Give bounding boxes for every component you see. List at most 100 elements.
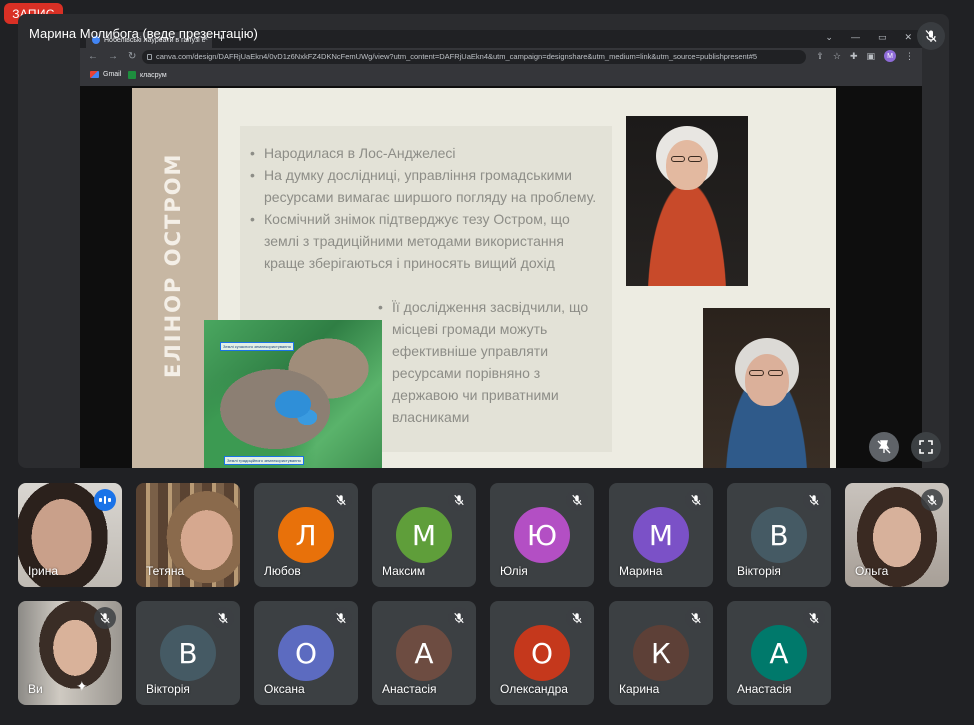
participant-tile[interactable]: Л Любов — [254, 483, 358, 587]
window-controls: ⌄ — ▭ ✕ — [825, 32, 912, 43]
chevron-down-icon[interactable]: ⌄ — [825, 32, 833, 43]
participant-name: Вікторія — [737, 564, 781, 578]
participant-tile[interactable]: ✦ Ви — [18, 601, 122, 705]
participant-avatar: Ю — [514, 507, 570, 563]
participant-avatar: В — [751, 507, 807, 563]
extensions-icon[interactable]: ✚ — [850, 51, 858, 62]
fullscreen-button[interactable] — [911, 432, 941, 462]
mic-off-icon — [454, 494, 464, 506]
portrait-photo — [703, 308, 830, 468]
pin-off-icon — [877, 440, 891, 454]
mic-off-icon — [809, 494, 819, 506]
mic-off-icon — [100, 612, 110, 624]
mic-status — [448, 607, 470, 629]
star-icon[interactable]: ☆ — [833, 51, 841, 62]
mic-status — [803, 489, 825, 511]
participant-tile[interactable]: А Анастасія — [372, 601, 476, 705]
mic-off-icon — [336, 494, 346, 506]
mic-off-icon — [572, 494, 582, 506]
presenter-mic-status — [917, 22, 945, 50]
map-label: Землі традиційного землекористування — [224, 456, 304, 465]
participant-name: Ольга — [855, 564, 889, 578]
close-icon[interactable]: ✕ — [904, 32, 912, 43]
participant-tile[interactable]: М Максим — [372, 483, 476, 587]
participant-avatar: М — [633, 507, 689, 563]
portrait-photo — [626, 116, 748, 286]
url-text: canva.com/design/DAFRjUaEkn4/0vD1z6NxkFZ… — [156, 52, 758, 61]
mic-status — [448, 489, 470, 511]
participant-avatar: Л — [278, 507, 334, 563]
participant-tile[interactable]: М Марина — [609, 483, 713, 587]
mic-status — [566, 607, 588, 629]
share-icon[interactable]: ⇪ — [816, 51, 824, 62]
fullscreen-icon — [919, 440, 933, 454]
slide-bullets-secondary: Її дослідження засвідчили, що місцеві гр… — [374, 296, 606, 428]
participant-tile[interactable]: О Олександра — [490, 601, 594, 705]
participant-tile[interactable]: Ольга — [845, 483, 949, 587]
bullet-item: Народилася в Лос-Анджелесі — [246, 142, 606, 164]
bookmarks-bar: Gmail класрум — [80, 66, 922, 86]
participant-avatar: А — [751, 625, 807, 681]
slide: ЕЛІНОР ОСТРОМ Народилася в Лос-Анджелесі… — [132, 88, 836, 468]
unpin-button[interactable] — [869, 432, 899, 462]
mic-status — [566, 489, 588, 511]
participant-avatar: К — [633, 625, 689, 681]
back-arrow-icon[interactable]: ← — [88, 51, 98, 62]
mic-off-icon — [691, 494, 701, 506]
mic-status — [330, 489, 352, 511]
url-input[interactable]: canva.com/design/DAFRjUaEkn4/0vD1z6NxkFZ… — [142, 50, 806, 64]
reload-icon[interactable]: ↻ — [128, 51, 136, 62]
bookmark-classroom[interactable]: класрум — [128, 71, 167, 79]
participant-tile[interactable]: Ірина — [18, 483, 122, 587]
mic-status — [94, 607, 116, 629]
lock-icon — [147, 54, 152, 60]
mic-off-icon — [809, 612, 819, 624]
participant-tile[interactable]: О Оксана — [254, 601, 358, 705]
slide-title: ЕЛІНОР ОСТРОМ — [161, 152, 185, 378]
minimize-icon[interactable]: — — [851, 32, 860, 43]
mic-status — [803, 607, 825, 629]
menu-dots-icon[interactable]: ⋮ — [905, 51, 914, 62]
mic-off-icon — [927, 494, 937, 506]
bullet-item: На думку дослідниці, управління громадсь… — [246, 164, 606, 208]
mic-off-icon — [336, 612, 346, 624]
mic-off-icon — [691, 612, 701, 624]
mic-status — [212, 607, 234, 629]
sidebar-icon[interactable]: ▣ — [866, 51, 875, 62]
participant-name: Карина — [619, 682, 660, 696]
participant-tile[interactable]: К Карина — [609, 601, 713, 705]
address-bar: ← → ↻ canva.com/design/DAFRjUaEkn4/0vD1z… — [80, 48, 922, 66]
bookmark-label: Gmail — [103, 71, 122, 78]
presenter-label: Марина Молибога (веде презентацію) — [29, 26, 258, 41]
participant-tile[interactable]: Тетяна — [136, 483, 240, 587]
speaking-indicator-icon — [94, 489, 116, 511]
mic-off-icon — [925, 30, 937, 42]
participant-name: Юлія — [500, 564, 528, 578]
presentation-stage: Нобелівські лауреати в галузі е × + ⌄ — … — [18, 14, 949, 468]
toolbar-icons: ⇪ ☆ ✚ ▣ M ⋮ — [816, 50, 914, 62]
participant-name: Ірина — [28, 564, 59, 578]
participant-avatar: О — [514, 625, 570, 681]
effects-sparkle-icon[interactable]: ✦ — [76, 678, 88, 695]
participant-tile[interactable]: В Вікторія — [727, 483, 831, 587]
slide-bullets: Народилася в Лос-Анджелесі На думку досл… — [246, 142, 606, 274]
bullet-item: Космічний знімок підтверджує тезу Остром… — [246, 208, 606, 274]
profile-avatar[interactable]: M — [884, 50, 896, 62]
map-label: Землі сучасного землекористування — [220, 342, 294, 351]
participant-tile[interactable]: Ю Юлія — [490, 483, 594, 587]
satellite-image: Землі сучасного землекористування Землі … — [204, 320, 382, 468]
participant-name: Любов — [264, 564, 301, 578]
participant-avatar: В — [160, 625, 216, 681]
nav-buttons: ← → ↻ — [88, 51, 136, 62]
classroom-icon — [128, 71, 136, 79]
bookmark-gmail[interactable]: Gmail — [90, 71, 121, 78]
participant-name: Марина — [619, 564, 663, 578]
maximize-icon[interactable]: ▭ — [878, 32, 887, 43]
participant-name: Вікторія — [146, 682, 190, 696]
forward-arrow-icon[interactable]: → — [108, 51, 118, 62]
participant-name: Олександра — [500, 682, 568, 696]
participant-name: Анастасія — [737, 682, 792, 696]
participant-tile[interactable]: А Анастасія — [727, 601, 831, 705]
participant-tile[interactable]: В Вікторія — [136, 601, 240, 705]
participant-name: Ви — [28, 682, 43, 696]
